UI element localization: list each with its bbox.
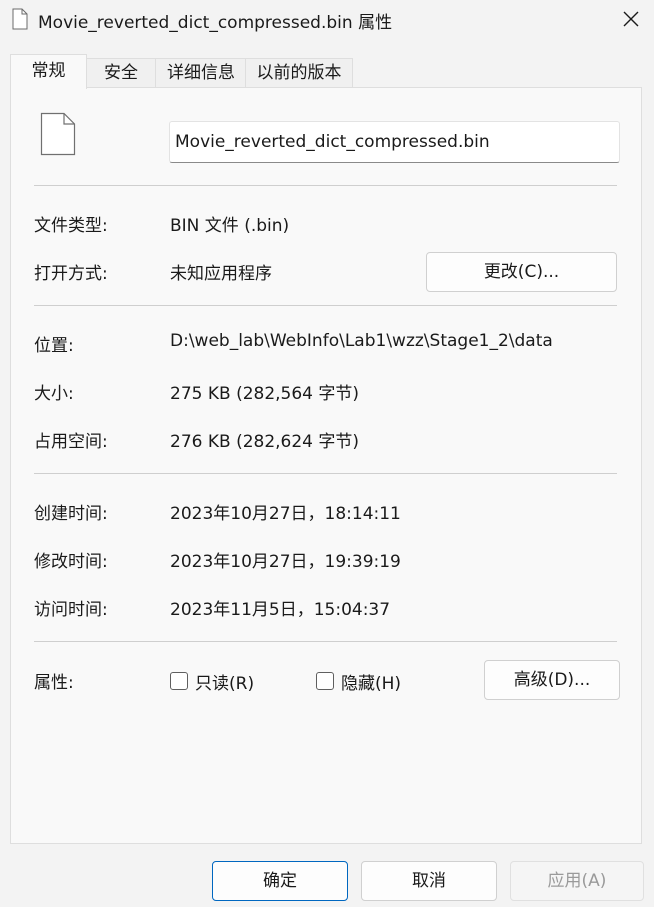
cancel-button[interactable]: 取消 — [361, 861, 497, 901]
divider — [34, 473, 617, 474]
tab-details[interactable]: 详细信息 — [155, 58, 247, 88]
file-type-label: 文件类型: — [34, 216, 108, 236]
advanced-button[interactable]: 高级(D)... — [484, 660, 620, 700]
close-button[interactable] — [612, 2, 650, 36]
divider — [34, 305, 617, 306]
change-button[interactable]: 更改(C)... — [426, 252, 617, 292]
tab-general[interactable]: 常规 — [10, 54, 87, 89]
accessed-value: 2023年11月5日，15:04:37 — [170, 600, 391, 620]
readonly-label: 只读(R) — [195, 674, 255, 694]
open-with-label: 打开方式: — [34, 264, 108, 284]
title-bar: Movie_reverted_dict_compressed.bin 属性 — [0, 0, 654, 40]
modified-value: 2023年10月27日，19:39:19 — [170, 552, 401, 572]
size-label: 大小: — [34, 384, 74, 404]
open-with-value: 未知应用程序 — [170, 264, 272, 284]
divider — [34, 185, 617, 186]
tab-security[interactable]: 安全 — [85, 58, 157, 88]
file-name-field[interactable] — [169, 121, 620, 163]
document-icon — [40, 112, 76, 156]
checkbox-box[interactable] — [316, 672, 334, 690]
divider — [34, 641, 617, 642]
window-title: Movie_reverted_dict_compressed.bin 属性 — [38, 13, 393, 33]
location-value: D:\web_lab\WebInfo\Lab1\wzz\Stage1_2\dat… — [170, 331, 553, 351]
size-on-disk-value: 276 KB (282,624 字节) — [170, 432, 360, 452]
created-label: 创建时间: — [34, 504, 108, 524]
checkbox-box[interactable] — [170, 672, 188, 690]
ok-button[interactable]: 确定 — [212, 861, 348, 901]
tab-previous-versions[interactable]: 以前的版本 — [245, 58, 353, 88]
hidden-checkbox[interactable]: 隐藏(H) — [316, 669, 426, 694]
accessed-label: 访问时间: — [34, 600, 108, 620]
size-on-disk-label: 占用空间: — [34, 432, 108, 452]
hidden-label: 隐藏(H) — [341, 674, 402, 694]
attributes-label: 属性: — [34, 673, 74, 693]
general-panel — [10, 87, 642, 844]
created-value: 2023年10月27日，18:14:11 — [170, 504, 401, 524]
close-icon — [623, 11, 639, 27]
modified-label: 修改时间: — [34, 552, 108, 572]
size-value: 275 KB (282,564 字节) — [170, 384, 360, 404]
readonly-checkbox[interactable]: 只读(R) — [170, 669, 280, 694]
apply-button[interactable]: 应用(A) — [510, 861, 644, 901]
location-label: 位置: — [34, 336, 74, 356]
document-icon — [12, 8, 28, 30]
file-type-value: BIN 文件 (.bin) — [170, 216, 290, 236]
